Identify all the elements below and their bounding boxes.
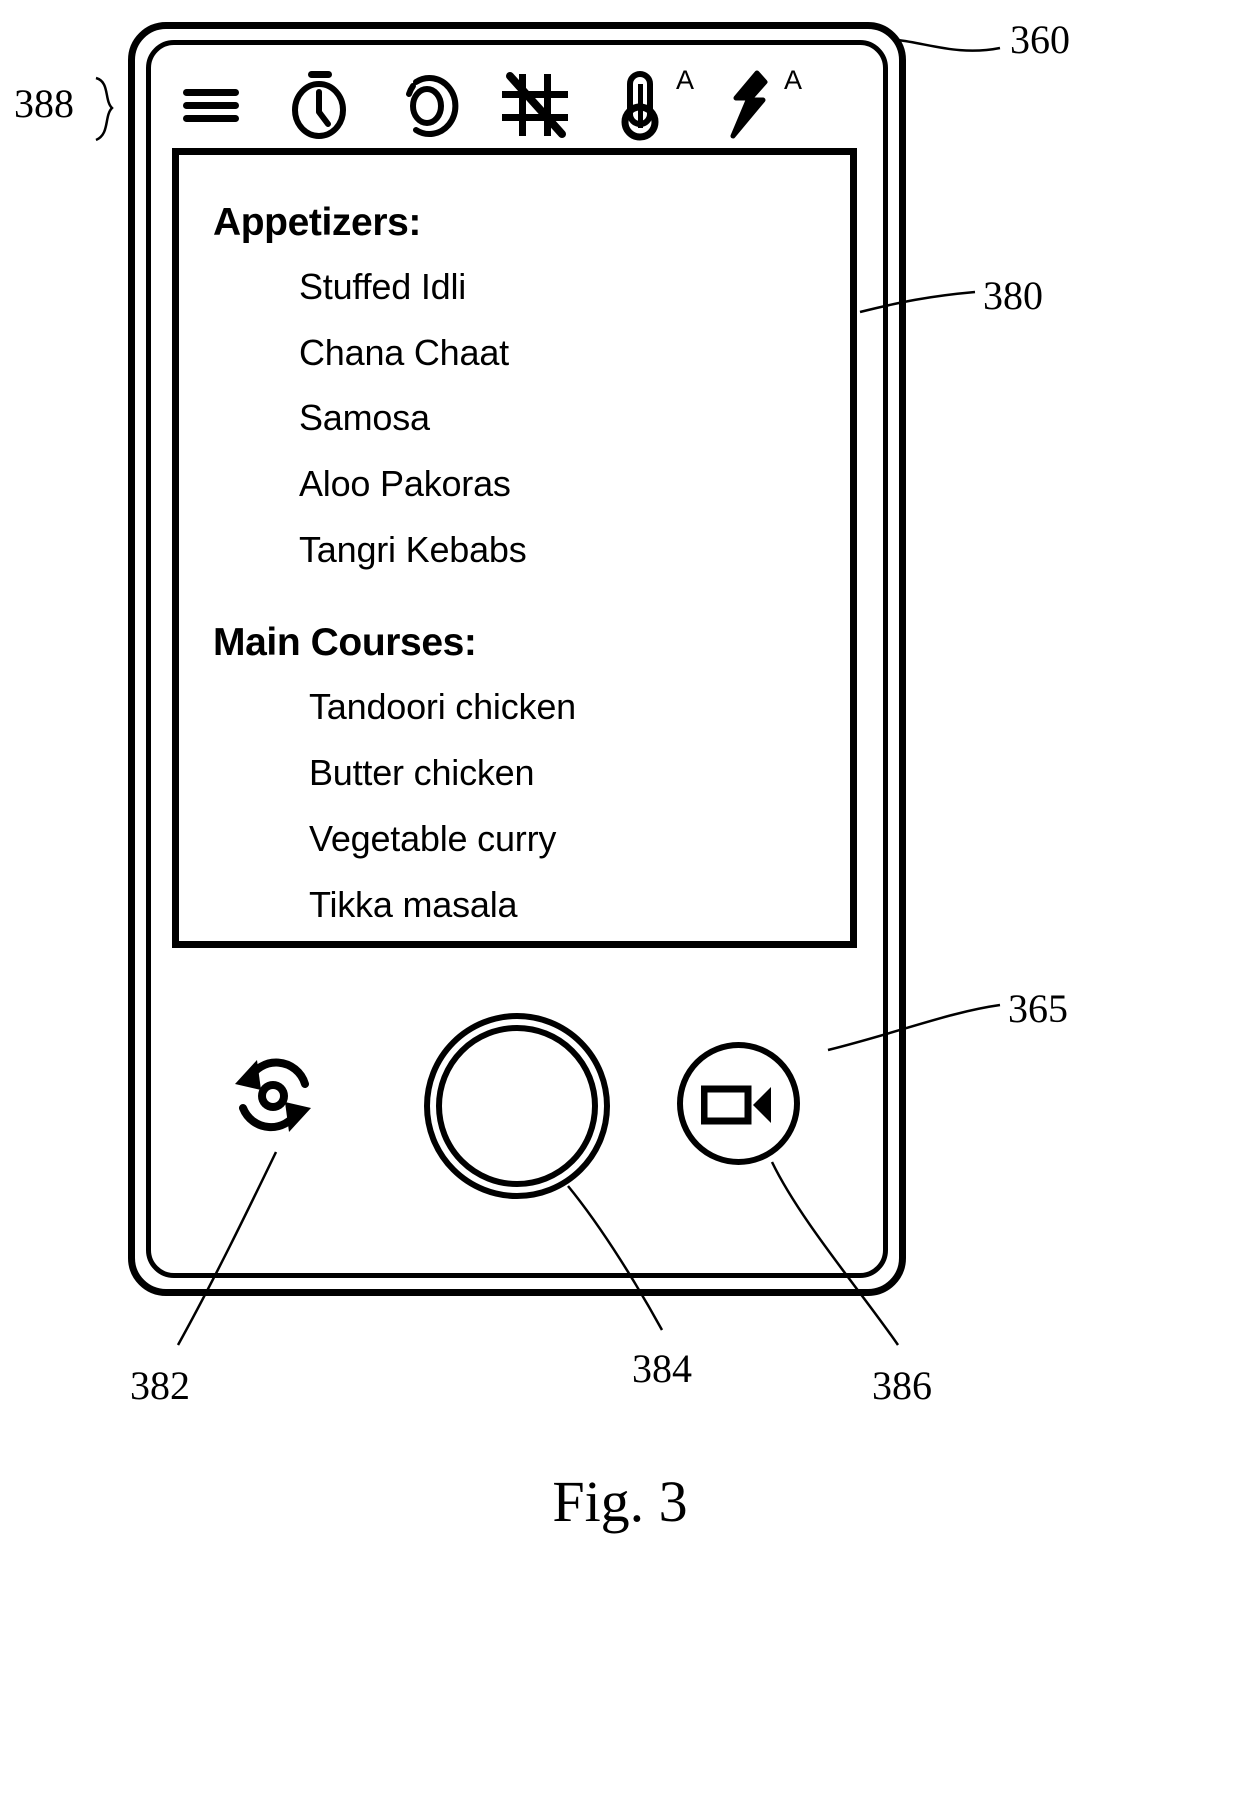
menu-item: Stuffed Idli [299, 265, 467, 307]
menu-item: Samosa [299, 397, 430, 439]
ref-numeral-360: 360 [1010, 17, 1070, 62]
menu-item: Chana Chaat [299, 331, 509, 373]
menu-item: Tandoori chicken [309, 685, 576, 727]
white-balance-icon[interactable]: A [612, 67, 694, 141]
video-camera-icon[interactable] [677, 1042, 800, 1165]
exposure-icon[interactable] [396, 70, 459, 140]
grid-off-icon[interactable] [502, 70, 568, 140]
menu-item: Tikka masala [309, 883, 518, 925]
menu-section-title-main-courses: Main Courses: [213, 621, 477, 665]
timer-icon[interactable] [288, 70, 350, 140]
recognized-menu-text: Appetizers: Stuffed Idli Chana Chaat Sam… [179, 155, 850, 941]
shutter-inner-ring [436, 1025, 598, 1187]
ref-numeral-388: 388 [14, 81, 74, 126]
ref-numeral-380: 380 [983, 273, 1043, 318]
camera-controls-bar [172, 990, 857, 1260]
menu-item: Mirchi ka salan [309, 939, 850, 941]
flash-icon[interactable]: A [720, 67, 802, 140]
flash-auto-badge: A [783, 65, 802, 95]
switch-camera-icon[interactable] [227, 1050, 319, 1142]
hamburger-menu-icon[interactable] [180, 70, 242, 140]
figure-caption: Fig. 3 [552, 1469, 688, 1534]
shutter-button[interactable] [424, 1013, 610, 1199]
menu-section-title-appetizers: Appetizers: [213, 201, 421, 244]
ref-numeral-365: 365 [1008, 986, 1068, 1031]
ref-numeral-382: 382 [130, 1363, 190, 1408]
ref-numeral-384: 384 [632, 1346, 692, 1391]
menu-item: Tangri Kebabs [299, 529, 527, 571]
ref-numeral-386: 386 [872, 1363, 932, 1408]
menu-item: Butter chicken [309, 751, 535, 793]
menu-item: Aloo Pakoras [299, 463, 511, 505]
white-balance-auto-badge: A [675, 65, 694, 95]
camera-status-bar: A A [180, 60, 870, 150]
menu-item: Vegetable curry [309, 817, 557, 859]
viewfinder-screen[interactable]: Appetizers: Stuffed Idli Chana Chaat Sam… [172, 148, 857, 948]
